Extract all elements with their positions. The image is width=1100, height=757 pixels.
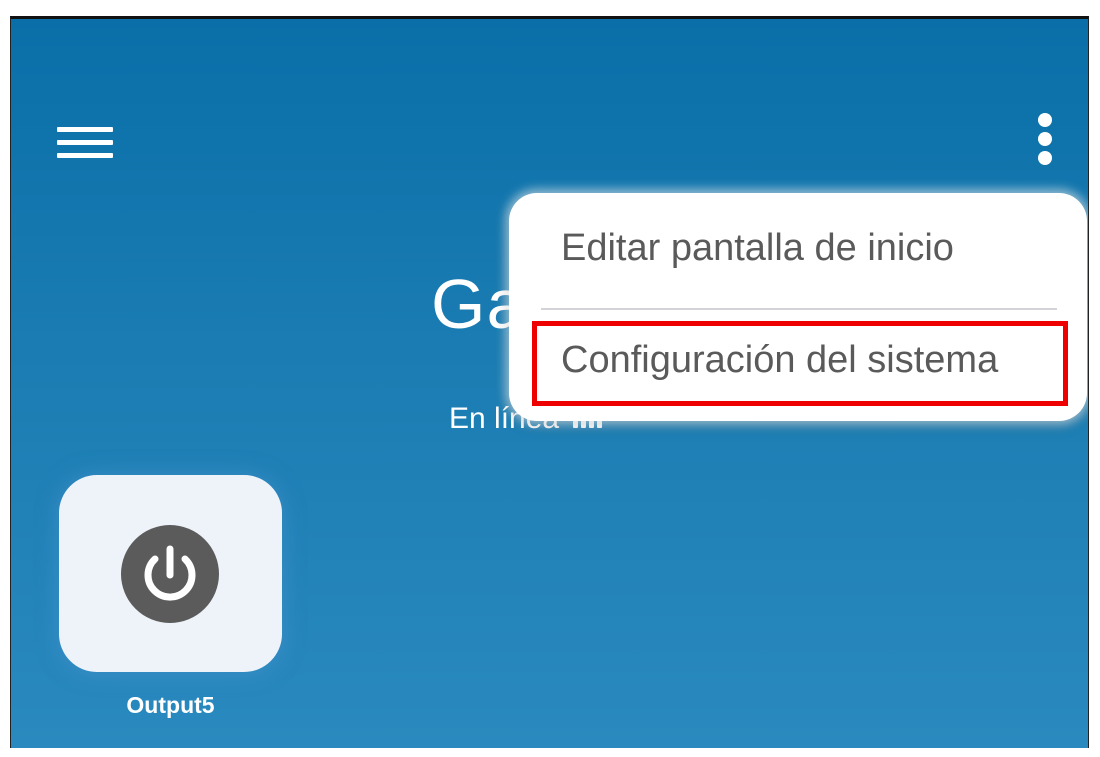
overflow-menu: Editar pantalla de inicio Configuración …	[509, 193, 1087, 421]
hamburger-menu-icon[interactable]	[57, 123, 113, 165]
menu-divider	[541, 308, 1057, 310]
kebab-dot	[1038, 113, 1052, 127]
hamburger-bar	[57, 127, 113, 132]
output-tile[interactable]	[59, 475, 282, 672]
power-icon	[121, 525, 219, 623]
hamburger-bar	[57, 140, 113, 145]
app-screen: Ga En línea Output5 Editar pantalla de i…	[10, 16, 1089, 748]
menu-item-edit-home-screen[interactable]: Editar pantalla de inicio	[561, 227, 954, 270]
menu-item-system-settings[interactable]: Configuración del sistema	[561, 339, 998, 382]
hamburger-bar	[57, 153, 113, 158]
vertical-ellipsis-icon[interactable]	[1033, 111, 1057, 171]
tile-label: Output5	[126, 692, 215, 718]
kebab-dot	[1038, 151, 1052, 165]
kebab-dot	[1038, 132, 1052, 146]
